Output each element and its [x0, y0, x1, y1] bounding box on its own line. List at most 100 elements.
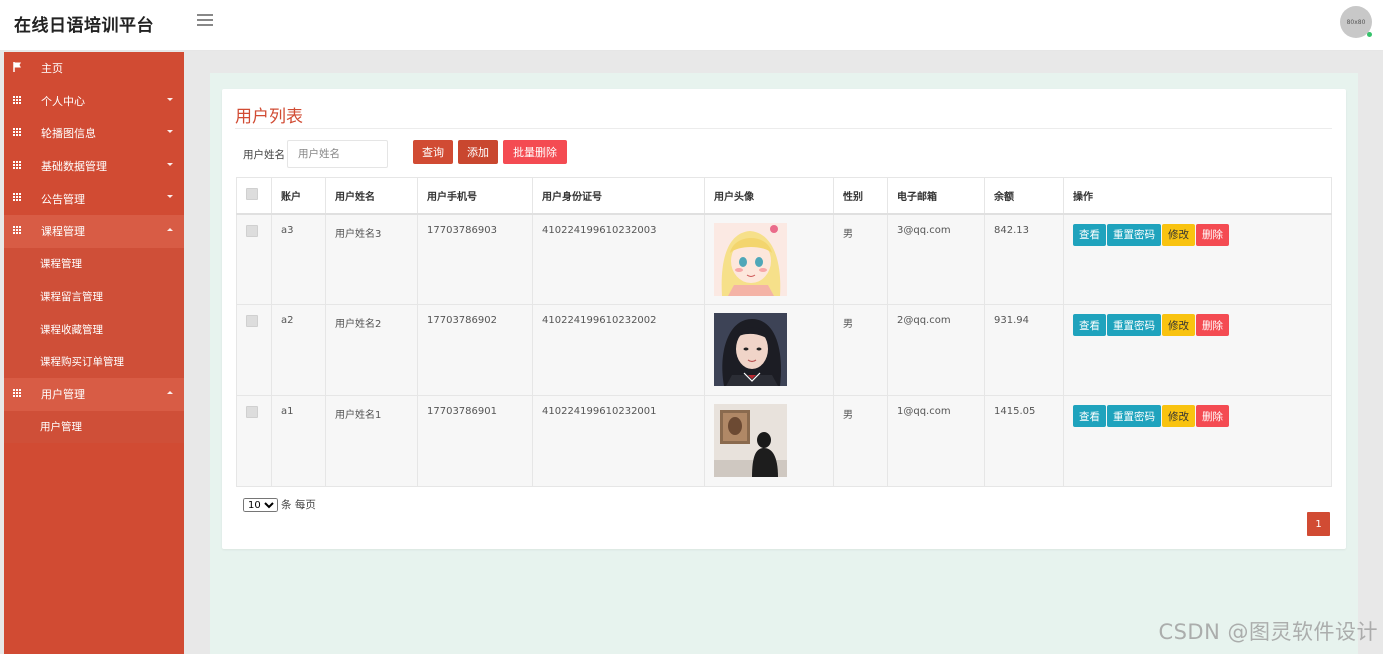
search-label: 用户姓名 — [243, 149, 285, 161]
name-cell: 用户姓名3 — [325, 213, 418, 305]
chevron-up-icon — [167, 390, 173, 394]
balance-cell: 931.94 — [984, 304, 1064, 396]
avatar-cell — [704, 304, 834, 396]
sidebar-item-basic-data[interactable]: 基础数据管理 — [4, 150, 184, 183]
reset-password-button[interactable]: 重置密码 — [1107, 314, 1161, 336]
sidebar-item-carousel[interactable]: 轮播图信息 — [4, 117, 184, 150]
chevron-down-icon — [167, 162, 173, 166]
column-header: 操作 — [1063, 177, 1332, 215]
avatar-placeholder-text: 80x80 — [1346, 18, 1366, 26]
edit-button[interactable]: 修改 — [1162, 223, 1195, 246]
gender-cell: 男 — [833, 304, 888, 396]
row-checkbox[interactable] — [246, 224, 258, 237]
phone-cell: 17703786903 — [417, 213, 533, 305]
view-button[interactable]: 查看 — [1073, 314, 1106, 336]
delete-button[interactable]: 删除 — [1196, 405, 1229, 427]
id-card-cell: 410224199610232001 — [532, 395, 705, 487]
view-button[interactable]: 查看 — [1073, 223, 1106, 246]
sidebar-item-label: 轮播图信息 — [41, 127, 96, 141]
user-avatar[interactable]: 80x80 — [1340, 6, 1372, 38]
column-header: 用户手机号 — [417, 177, 533, 215]
actions-cell: 查看 重置密码 修改 删除 — [1063, 304, 1332, 396]
sidebar-item-label: 个人中心 — [41, 94, 85, 108]
anime-girl-avatar — [714, 222, 787, 296]
row-checkbox-cell[interactable] — [236, 213, 272, 305]
watermark-text: CSDN @图灵软件设计 — [1158, 620, 1378, 644]
balance-cell: 842.13 — [984, 213, 1064, 305]
sidebar-subitem-course-orders[interactable]: 课程购买订单管理 — [4, 345, 184, 378]
avatar-cell — [704, 213, 834, 305]
page-size-suffix: 条 每页 — [281, 499, 316, 511]
page-size-control: 10 条 每页 — [243, 497, 316, 512]
sidebar-subitem-user-manage[interactable]: 用户管理 — [4, 411, 184, 444]
column-header: 用户头像 — [704, 177, 834, 215]
page-size-select[interactable]: 10 — [243, 497, 278, 512]
search-input[interactable] — [287, 140, 388, 168]
account-cell: a3 — [271, 213, 326, 305]
gender-cell: 男 — [833, 213, 888, 305]
name-cell: 用户姓名1 — [325, 395, 418, 487]
grid-icon — [13, 388, 23, 397]
select-all-checkbox-cell[interactable] — [236, 177, 272, 215]
girl-portrait-avatar — [714, 313, 787, 386]
column-header: 账户 — [271, 177, 326, 215]
sidebar-subitem-course-manage[interactable]: 课程管理 — [4, 248, 184, 281]
email-cell: 1@qq.com — [887, 395, 985, 487]
top-bar: 在线日语培训平台 80x80 — [0, 0, 1383, 51]
email-cell: 2@qq.com — [887, 304, 985, 396]
online-status-dot — [1367, 32, 1372, 37]
chevron-down-icon — [167, 130, 173, 134]
edit-button[interactable]: 修改 — [1162, 405, 1195, 427]
sidebar-item-user[interactable]: 用户管理 — [4, 377, 184, 411]
grid-icon — [13, 160, 23, 169]
chevron-down-icon — [167, 195, 173, 199]
row-checkbox-cell[interactable] — [236, 304, 272, 396]
menu-toggle-icon[interactable] — [197, 14, 213, 28]
avatar-cell — [704, 395, 834, 487]
grid-icon — [13, 128, 23, 137]
delete-button[interactable]: 删除 — [1196, 314, 1229, 336]
grid-icon — [13, 193, 23, 202]
actions-cell: 查看 重置密码 修改 删除 — [1063, 213, 1332, 305]
user-list-panel: 用户列表 用户姓名 查询 添加 批量删除 账户 用户姓名 用户手机号 用户身份证… — [222, 89, 1346, 549]
column-header: 电子邮箱 — [887, 177, 985, 215]
reset-password-button[interactable]: 重置密码 — [1107, 223, 1161, 246]
sidebar-item-home[interactable]: 主页 — [4, 52, 184, 85]
page-title: 用户列表 — [235, 107, 303, 127]
query-button[interactable]: 查询 — [413, 140, 453, 164]
batch-delete-button[interactable]: 批量删除 — [503, 140, 567, 164]
user-table: 账户 用户姓名 用户手机号 用户身份证号 用户头像 性别 电子邮箱 余额 操作 … — [236, 177, 1332, 487]
row-checkbox-cell[interactable] — [236, 395, 272, 487]
title-divider — [235, 128, 1332, 129]
column-header: 用户姓名 — [325, 177, 418, 215]
email-cell: 3@qq.com — [887, 213, 985, 305]
sidebar-item-personal-center[interactable]: 个人中心 — [4, 85, 184, 118]
edit-button[interactable]: 修改 — [1162, 314, 1195, 336]
column-header: 用户身份证号 — [532, 177, 705, 215]
sidebar-item-label: 公告管理 — [41, 192, 85, 206]
grid-icon — [13, 95, 23, 104]
row-checkbox[interactable] — [246, 315, 258, 327]
view-button[interactable]: 查看 — [1073, 405, 1106, 427]
id-card-cell: 410224199610232002 — [532, 304, 705, 396]
sidebar: 主页 个人中心 轮播图信息 基础数据管理 公告管理 课程管理 课程管理 课程留言… — [4, 52, 184, 654]
name-cell: 用户姓名2 — [325, 304, 418, 396]
phone-cell: 17703786901 — [417, 395, 533, 487]
pagination-page-button[interactable]: 1 — [1307, 512, 1330, 536]
table-header-row: 账户 用户姓名 用户手机号 用户身份证号 用户头像 性别 电子邮箱 余额 操作 — [236, 177, 1332, 215]
gallery-person-avatar — [714, 404, 787, 477]
balance-cell: 1415.05 — [984, 395, 1064, 487]
reset-password-button[interactable]: 重置密码 — [1107, 405, 1161, 427]
course-submenu: 课程管理 课程留言管理 课程收藏管理 课程购买订单管理 — [4, 247, 184, 378]
select-all-checkbox[interactable] — [246, 187, 258, 200]
add-button[interactable]: 添加 — [458, 140, 498, 164]
delete-button[interactable]: 删除 — [1196, 223, 1229, 246]
brand-title: 在线日语培训平台 — [14, 16, 154, 36]
sidebar-item-course[interactable]: 课程管理 — [4, 214, 184, 248]
sidebar-item-notice[interactable]: 公告管理 — [4, 182, 184, 215]
sidebar-subitem-course-comments[interactable]: 课程留言管理 — [4, 280, 184, 313]
sidebar-subitem-course-favorites[interactable]: 课程收藏管理 — [4, 313, 184, 346]
row-checkbox[interactable] — [246, 406, 258, 418]
grid-icon — [13, 225, 23, 234]
table-row: a1 用户姓名1 17703786901 410224199610232001 — [236, 395, 1332, 487]
